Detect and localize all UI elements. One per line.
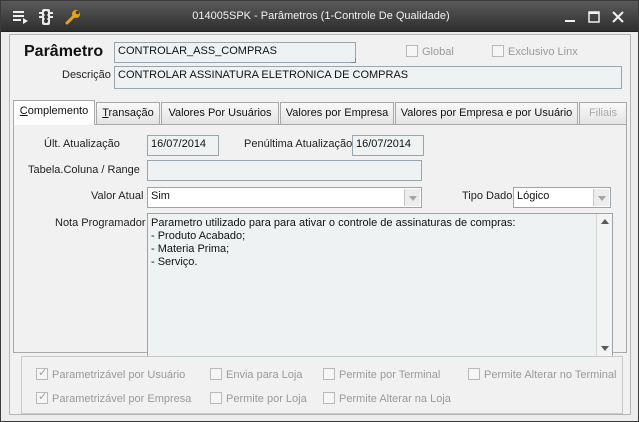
envia-loja-box[interactable] [210, 368, 222, 380]
permite-terminal-box[interactable] [323, 368, 335, 380]
nota-programador-text: Parametro utilizado para para ativar o c… [151, 217, 516, 268]
descricao-label: Descrição [62, 69, 111, 81]
permite-alterar-terminal-box[interactable] [468, 368, 480, 380]
permite-loja-label: Permite por Loja [226, 393, 307, 405]
title-bar: 014005SPK - Parâmetros (1-Controle De Qu… [1, 1, 638, 32]
tabela-coluna-range-field[interactable] [147, 160, 422, 181]
tab-filiais: Filiais [579, 102, 627, 124]
parametros-window: 014005SPK - Parâmetros (1-Controle De Qu… [0, 0, 639, 422]
valor-atual-label: Valor Atual [91, 190, 144, 202]
tab-complemento[interactable]: Complemento [13, 100, 95, 125]
tipo-dado-dropdown-icon[interactable] [593, 189, 609, 206]
permite-terminal-label: Permite por Terminal [339, 369, 441, 381]
global-label: Global [422, 46, 454, 58]
parametrizavel-empresa-box[interactable] [36, 390, 48, 404]
envia-loja-label: Envia para Loja [226, 369, 303, 381]
main-panel: Parâmetro CONTROLAR_ASS_COMPRAS Global E… [9, 34, 631, 415]
ult-atualizacao-field[interactable]: 16/07/2014 [147, 135, 219, 156]
parametrizavel-usuario-label: Parametrizável por Usuário [52, 369, 186, 381]
memo-scrollbar[interactable] [596, 214, 612, 356]
tab-transacao[interactable]: Transação [96, 102, 160, 124]
tab-valores-por-usuarios[interactable]: Valores Por Usuários [161, 102, 279, 124]
wrench-icon[interactable] [64, 8, 82, 26]
options-group: Parametrizável por Usuário Envia para Lo… [21, 356, 623, 414]
exclusivo-linx-checkbox-box[interactable] [492, 45, 504, 57]
valor-atual-combo[interactable]: Sim [147, 187, 422, 208]
exclusivo-linx-checkbox[interactable]: Exclusivo Linx [492, 45, 578, 58]
nota-programador-memo[interactable]: Parametro utilizado para para ativar o c… [147, 213, 613, 357]
tipo-dado-label: Tipo Dado [462, 190, 513, 202]
permite-terminal-checkbox[interactable]: Permite por Terminal [323, 368, 440, 381]
maximize-icon[interactable] [587, 10, 601, 24]
descricao-field[interactable]: CONTROLAR ASSINATURA ELETRONICA DE COMPR… [114, 66, 622, 89]
tipo-dado-combo[interactable]: Lógico [513, 187, 611, 208]
parametrizavel-empresa-label: Parametrizável por Empresa [52, 393, 192, 405]
permite-alterar-terminal-label: Permite Alterar no Terminal [484, 369, 617, 381]
scroll-down-icon[interactable] [601, 346, 609, 351]
traffic-light-icon[interactable] [37, 8, 55, 26]
valor-atual-dropdown-icon[interactable] [404, 189, 420, 206]
nota-programador-label: Nota Programador [55, 217, 146, 229]
window-title: 014005SPK - Parâmetros (1-Controle De Qu… [192, 10, 450, 22]
parametrizavel-usuario-box[interactable] [36, 366, 48, 380]
tab-strip: Complemento Transação Valores Por Usuári… [13, 100, 629, 125]
parametro-field[interactable]: CONTROLAR_ASS_COMPRAS [114, 42, 356, 63]
menu-icon[interactable] [11, 8, 29, 26]
minimize-icon[interactable] [563, 10, 577, 24]
penultima-atualizacao-field[interactable]: 16/07/2014 [352, 135, 424, 156]
permite-loja-checkbox[interactable]: Permite por Loja [210, 392, 307, 405]
resize-grip-icon [351, 58, 356, 63]
global-checkbox[interactable]: Global [406, 45, 454, 58]
scroll-up-icon[interactable] [601, 219, 609, 224]
complemento-tab-page: Últ. Atualização 16/07/2014 Penúltima At… [13, 124, 627, 357]
tab-valores-por-empresa-e-usuario[interactable]: Valores por Empresa e por Usuário [395, 102, 578, 124]
global-checkbox-box[interactable] [406, 45, 418, 57]
close-icon[interactable] [611, 10, 625, 24]
ult-atualizacao-label: Últ. Atualização [44, 138, 120, 150]
exclusivo-linx-label: Exclusivo Linx [508, 46, 578, 58]
permite-alterar-terminal-checkbox[interactable]: Permite Alterar no Terminal [468, 368, 616, 381]
tabela-coluna-range-label: Tabela.Coluna / Range [28, 164, 140, 176]
permite-alterar-loja-box[interactable] [323, 392, 335, 404]
tipo-dado-value: Lógico [517, 190, 550, 202]
valor-atual-value: Sim [151, 190, 170, 202]
permite-alterar-loja-label: Permite Alterar na Loja [339, 393, 451, 405]
parametro-label: Parâmetro [24, 43, 104, 60]
parametrizavel-usuario-checkbox[interactable]: Parametrizável por Usuário [36, 366, 186, 381]
tab-valores-por-empresa[interactable]: Valores por Empresa [280, 102, 394, 124]
parametrizavel-empresa-checkbox[interactable]: Parametrizável por Empresa [36, 390, 192, 405]
permite-loja-box[interactable] [210, 392, 222, 404]
envia-loja-checkbox[interactable]: Envia para Loja [210, 368, 302, 381]
permite-alterar-loja-checkbox[interactable]: Permite Alterar na Loja [323, 392, 451, 405]
penultima-atualizacao-label: Penúltima Atualização [244, 138, 353, 150]
